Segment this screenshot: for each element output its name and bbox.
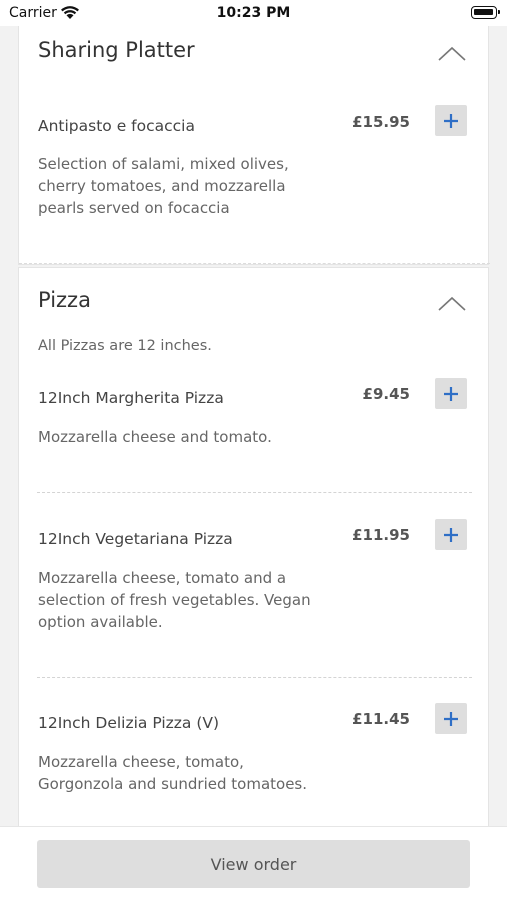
item-description: Mozzarella cheese, tomato and a selectio… (38, 569, 311, 631)
item-description: Selection of salami, mixed olives, cherr… (38, 155, 289, 217)
battery-icon (471, 6, 500, 19)
section-subtitle: All Pizzas are 12 inches. (38, 338, 212, 354)
item-price: £11.45 (352, 710, 410, 728)
add-item-button[interactable] (435, 378, 467, 409)
divider (37, 677, 472, 678)
section-sharing-platter: Sharing Platter Antipasto e focaccia £15… (18, 18, 490, 265)
add-item-button[interactable] (435, 105, 467, 136)
section-title: Pizza (38, 288, 91, 312)
view-order-button[interactable]: View order (37, 840, 470, 888)
item-name: 12Inch Margherita Pizza (38, 389, 224, 407)
bottom-bar: View order (0, 826, 507, 901)
add-item-button[interactable] (435, 703, 467, 734)
chevron-up-icon[interactable] (438, 46, 466, 62)
item-price: £15.95 (352, 113, 410, 131)
item-price: £9.45 (362, 385, 410, 403)
add-item-button[interactable] (435, 519, 467, 550)
plus-icon (444, 711, 458, 726)
divider (19, 263, 490, 264)
item-description: Mozzarella cheese, tomato, Gorgonzola an… (38, 753, 308, 793)
chevron-up-icon[interactable] (438, 296, 466, 312)
plus-icon (444, 386, 458, 401)
item-name: 12Inch Delizia Pizza (V) (38, 714, 220, 732)
section-title: Sharing Platter (38, 38, 195, 62)
item-description: Mozzarella cheese and tomato. (38, 428, 272, 446)
item-name: Antipasto e focaccia (38, 117, 195, 135)
item-name: 12Inch Vegetariana Pizza (38, 530, 233, 548)
plus-icon (444, 527, 458, 542)
section-pizza: Pizza All Pizzas are 12 inches. 12Inch M… (18, 267, 489, 827)
clock: 10:23 PM (216, 5, 291, 21)
item-price: £11.95 (352, 526, 410, 544)
divider (37, 492, 472, 493)
status-bar: Carrier 10:23 PM (0, 0, 507, 26)
plus-icon (444, 113, 458, 128)
